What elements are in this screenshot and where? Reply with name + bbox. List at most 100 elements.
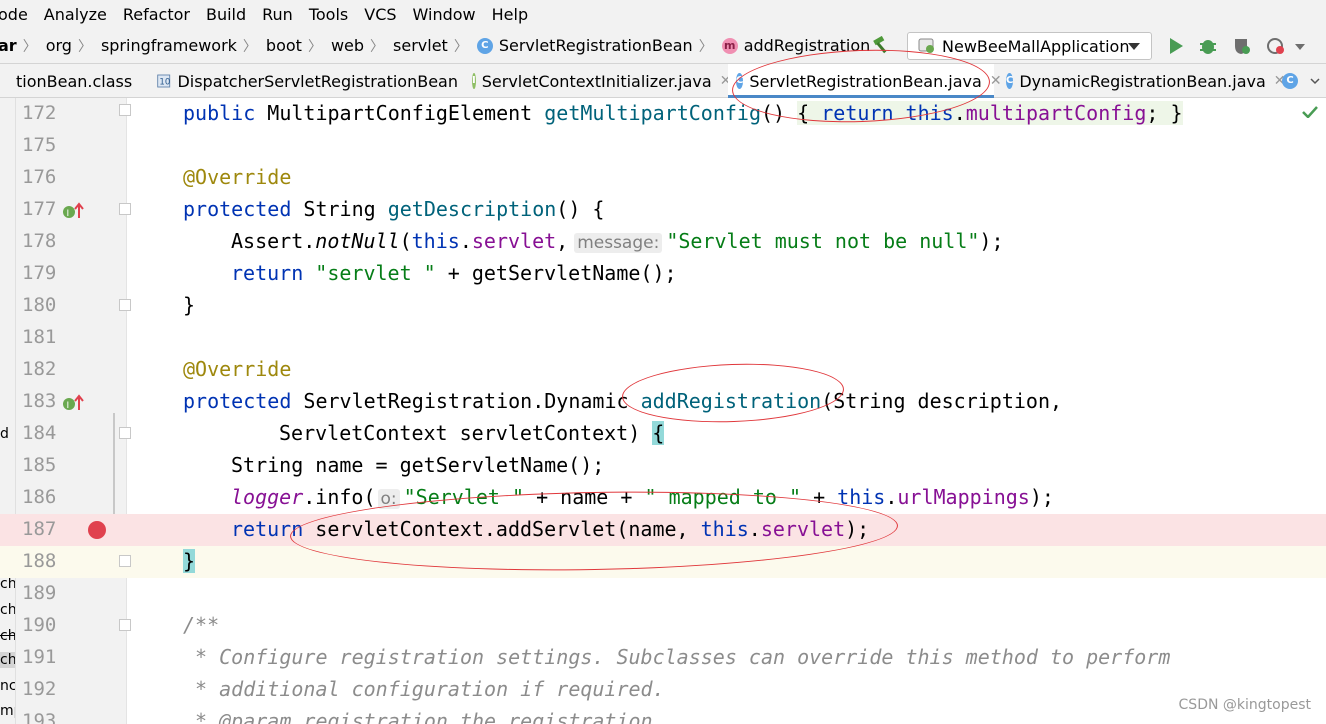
breadcrumb-item-jar[interactable]: ar (0, 36, 17, 55)
run-configuration-label: NewBeeMallApplication (942, 36, 1130, 56)
menu-vcs[interactable]: VCS (364, 5, 404, 24)
code-line-189: 189 (0, 578, 1326, 610)
menu-refactor[interactable]: Refactor (123, 5, 198, 24)
breadcrumb-item-method[interactable]: m addRegistration (721, 36, 870, 55)
menu-tools[interactable]: Tools (309, 5, 356, 24)
code-token: , (556, 229, 569, 253)
menu-code[interactable]: ode (0, 5, 36, 24)
code-token: getMultipartConfig (544, 101, 761, 125)
code-token: getDescription (387, 197, 557, 221)
menu-bar: ode Analyze Refactor Build Run Tools VCS… (0, 0, 1326, 28)
annotation-text: @Override (183, 165, 292, 189)
fold-toggle-icon[interactable] (119, 299, 131, 311)
line-number: 179 (22, 262, 57, 284)
code-line-181: 181 (0, 322, 1326, 354)
tab-registration-bean-class[interactable]: tionBean.class (0, 64, 150, 98)
overrides-method-icon[interactable]: I (62, 394, 84, 412)
comment-text: * Configure registration settings. Subcl… (183, 645, 1171, 669)
debug-icon[interactable] (1198, 36, 1218, 56)
menu-help[interactable]: Help (492, 5, 536, 24)
code-token: notNull (315, 229, 400, 253)
profile-icon[interactable] (1266, 36, 1286, 56)
breadcrumb-item-org[interactable]: org (46, 36, 72, 55)
breadcrumb-item-servlet[interactable]: servlet (393, 36, 448, 55)
fold-toggle-icon[interactable] (119, 555, 131, 567)
class-icon: C (736, 73, 744, 89)
build-hammer-icon[interactable] (872, 36, 892, 54)
code-line-187-breakpoint: 187 return servletContext.addServlet(nam… (0, 514, 1326, 546)
chevron-down-icon[interactable] (1310, 76, 1320, 86)
breadcrumb-item-web[interactable]: web (331, 36, 364, 55)
fold-toggle-icon[interactable] (119, 427, 131, 439)
code-token: servletContext.addServlet(name, (303, 517, 701, 541)
code-token: . (885, 485, 898, 509)
breadcrumb-separator-icon: 〉 (698, 38, 713, 55)
code-token: servlet (760, 517, 846, 541)
class-file-icon: 10 (157, 74, 170, 88)
code-token: ( (399, 229, 412, 253)
fold-toggle-icon[interactable] (119, 203, 131, 215)
line-number: 189 (22, 582, 57, 604)
code-text: protected ServletRegistration.Dynamic ad… (183, 389, 1062, 413)
coverage-icon[interactable] (1232, 36, 1252, 56)
tab-label: ServletContextInitializer.java (481, 71, 712, 91)
code-token: this (411, 229, 460, 253)
tab-servlet-context-initializer[interactable]: I ServletContextInitializer.java ✕ (468, 64, 731, 98)
code-token: public (183, 101, 256, 125)
code-token: " mapped to " (644, 485, 802, 509)
menu-run[interactable]: Run (262, 5, 301, 24)
code-line-177: 177 I protected String getDescription() … (0, 194, 1326, 226)
class-icon: C (476, 37, 493, 54)
code-line-191: 191 * Configure registration settings. S… (0, 642, 1326, 674)
fold-toggle-icon[interactable] (119, 619, 131, 631)
code-editor[interactable]: d tio ch ch ch ch nce mp 172 public Mult… (0, 98, 1326, 724)
parameter-hint: message: (574, 233, 663, 253)
annotation-text: @Override (183, 357, 292, 381)
menu-analyze[interactable]: Analyze (44, 5, 115, 24)
comment-text: /** (183, 613, 220, 637)
menu-window[interactable]: Window (413, 5, 484, 24)
breadcrumb-separator-icon: 〉 (370, 38, 385, 55)
code-token: { (797, 101, 810, 125)
tab-dynamic-registration-bean[interactable]: C DynamicRegistrationBean.java ✕ (1002, 64, 1286, 98)
tab-servlet-registration-bean[interactable]: C ServletRegistrationBean.java ✕ (728, 64, 1002, 98)
code-token: ); (1029, 485, 1054, 509)
code-line-193: 193 * @param registration the registrati… (0, 706, 1326, 724)
breakpoint-icon[interactable] (88, 521, 106, 539)
code-text: ServletContext servletContext) { (279, 421, 665, 445)
code-token: (String description, (821, 389, 1063, 413)
code-line-192: 192 * additional configuration if requir… (0, 674, 1326, 706)
close-icon[interactable]: ✕ (990, 73, 1002, 89)
breadcrumb-item-boot[interactable]: boot (266, 36, 302, 55)
code-line-183: 183 I protected ServletRegistration.Dyna… (0, 386, 1326, 418)
code-token: this (905, 101, 954, 125)
run-icon[interactable] (1166, 36, 1186, 56)
fold-toggle-icon[interactable] (119, 104, 131, 116)
code-token: "Servlet must not be null" (666, 229, 980, 253)
breadcrumb: ar 〉 org 〉 springframework 〉 boot 〉 web … (0, 36, 870, 56)
matched-brace: } (183, 549, 196, 573)
code-text: public MultipartConfigElement getMultipa… (183, 101, 1183, 125)
code-token: ); (979, 229, 1004, 253)
code-token: addRegistration (640, 389, 822, 413)
code-text: Assert.notNull(this.servlet, message: "Ser… (231, 229, 1004, 253)
breadcrumb-item-class[interactable]: C ServletRegistrationBean (476, 36, 693, 55)
chevron-down-icon[interactable] (1294, 36, 1306, 56)
code-text: protected String getDescription() { (183, 197, 604, 221)
breadcrumb-item-springframework[interactable]: springframework (101, 36, 237, 55)
breadcrumb-separator-icon: 〉 (242, 38, 257, 55)
code-line-190: 190 /** (0, 610, 1326, 642)
menu-build[interactable]: Build (206, 5, 254, 24)
code-token: String (291, 197, 388, 221)
line-number: 177 (22, 198, 57, 220)
code-token: protected (183, 389, 292, 413)
code-text: return servletContext.addServlet(name, t… (231, 517, 869, 541)
code-token: multipartConfig (965, 101, 1147, 125)
run-configuration-select[interactable]: NewBeeMallApplication (907, 32, 1152, 60)
breadcrumb-class-label: ServletRegistrationBean (498, 36, 693, 55)
class-icon[interactable]: C (1282, 73, 1298, 89)
tab-label: DynamicRegistrationBean.java (1019, 71, 1266, 91)
code-line-186: 186 logger.info(o: "Servlet " + name + " … (0, 482, 1326, 514)
tab-dispatcher-servlet-registration-bean[interactable]: 10 DispatcherServletRegistrationBean (152, 64, 458, 98)
overrides-method-icon[interactable]: I (62, 202, 84, 220)
